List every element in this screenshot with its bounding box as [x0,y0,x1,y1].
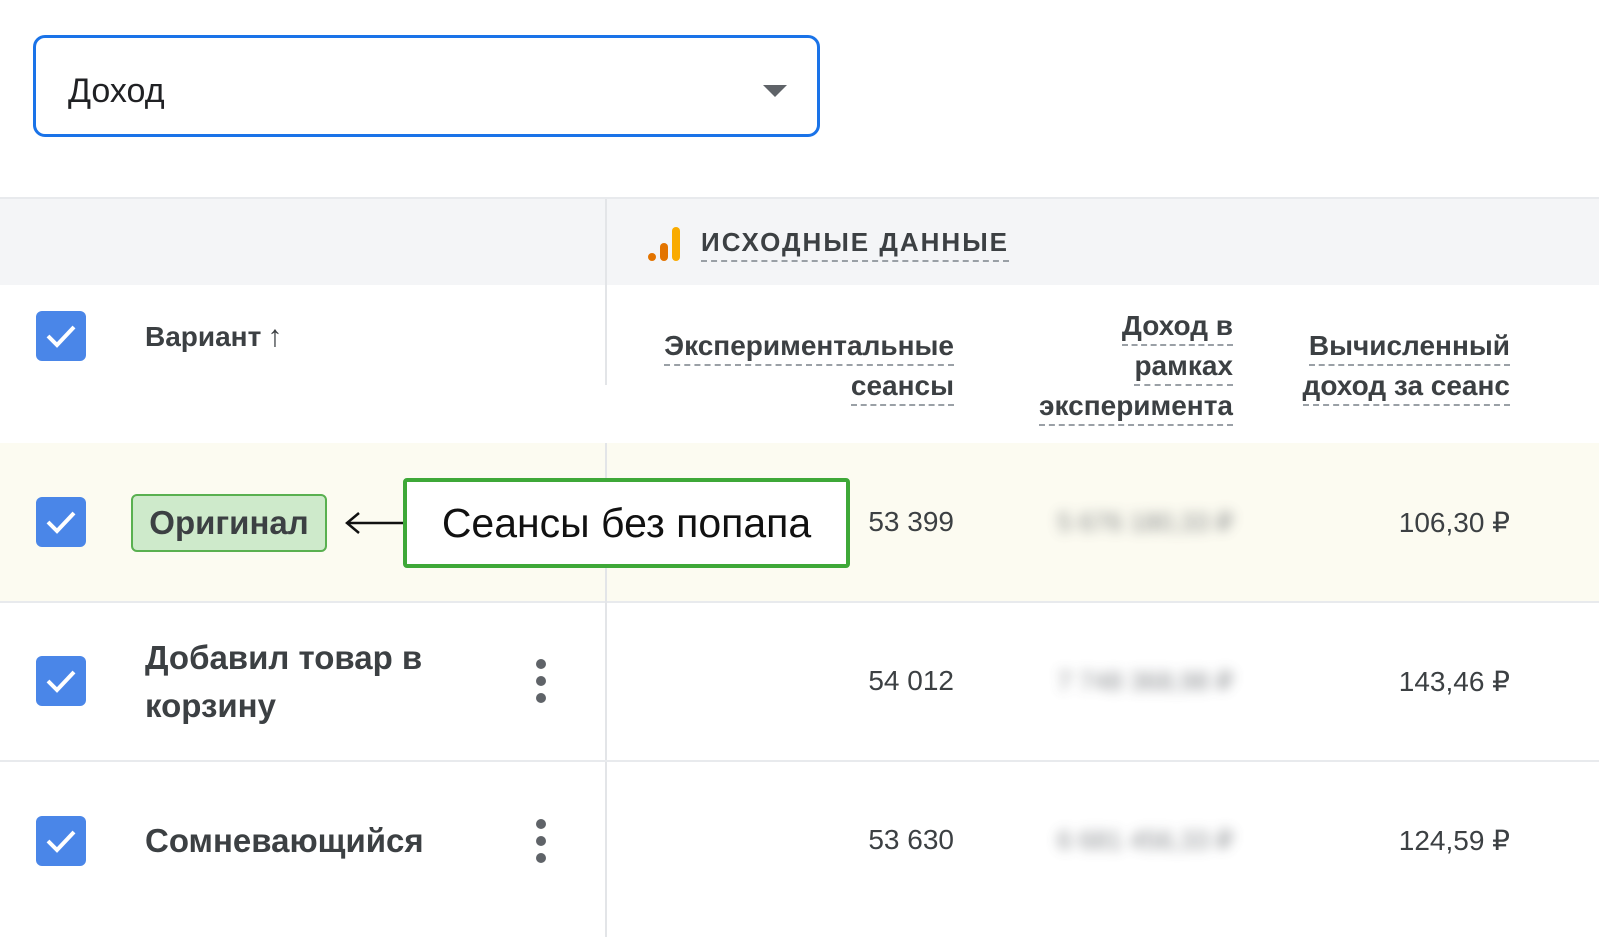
metric-dropdown[interactable]: Доход [33,35,820,137]
column-group-title: ИСХОДНЫЕ ДАННЫЕ [647,226,1009,262]
check-icon [46,325,76,348]
variant-column-header[interactable]: Вариант ↑ [145,320,282,354]
column-divider [605,199,607,385]
rps-header-line: доход за сеанс [1302,368,1510,406]
check-icon [46,830,76,853]
sessions-header-line: Экспериментальные [664,328,954,366]
row-checkbox[interactable] [36,816,86,866]
revenue-column-header[interactable]: Доход в рамках эксперимента [1039,306,1233,426]
analytics-icon [648,227,680,261]
chevron-down-icon [763,85,787,97]
revenue-per-session-column-header[interactable]: Вычисленный доход за сеанс [1302,326,1510,406]
check-icon [46,670,76,693]
metric-dropdown-value: Доход [68,72,165,110]
row-checkbox[interactable] [36,497,86,547]
sessions-column-header[interactable]: Экспериментальные сеансы [664,326,954,406]
revenue-value-blurred: 5 676 180,33 ₽ [1057,507,1233,537]
revenue-per-session-value: 143,46 ₽ [1398,666,1510,697]
row-divider [0,601,1599,603]
annotation-label: Сеансы без попапа [403,478,850,568]
more-vert-icon[interactable] [533,819,549,863]
sessions-value: 53 399 [868,506,954,537]
check-icon [46,511,76,534]
revenue-per-session-value: 106,30 ₽ [1398,507,1510,538]
variant-name-original: Оригинал [131,494,327,552]
revenue-value-blurred: 6 681 456,33 ₽ [1057,825,1233,855]
select-all-checkbox[interactable] [36,311,86,361]
revenue-per-session-value: 124,59 ₽ [1398,825,1510,856]
experiment-report: Доход ИСХОДНЫЕ ДАННЫЕ Вариант ↑ Эксперим… [0,0,1599,937]
more-vert-icon[interactable] [533,659,549,703]
revenue-value-blurred: 7 748 368,98 ₽ [1057,666,1233,696]
variant-name-line: Добавил товар в [145,639,423,676]
rps-header-line: Вычисленный [1308,328,1510,366]
row-checkbox[interactable] [36,656,86,706]
revenue-header-line: эксперимента [1039,388,1233,426]
variant-name-line: корзину [145,687,276,724]
arrow-left-icon [345,512,403,534]
variant-name: Добавил товар в корзину [145,634,422,730]
revenue-header-line: Доход в [1121,308,1233,346]
row-divider [0,760,1599,762]
variant-name: Сомневающийся [145,822,424,859]
column-group-label[interactable]: ИСХОДНЫЕ ДАННЫЕ [701,227,1009,262]
arrow-up-icon: ↑ [267,320,283,353]
sessions-header-line: сеансы [850,368,954,406]
sessions-value: 54 012 [868,665,954,696]
sessions-value: 53 630 [868,824,954,855]
revenue-header-line: рамках [1134,348,1233,386]
variant-column-label: Вариант [145,321,262,352]
